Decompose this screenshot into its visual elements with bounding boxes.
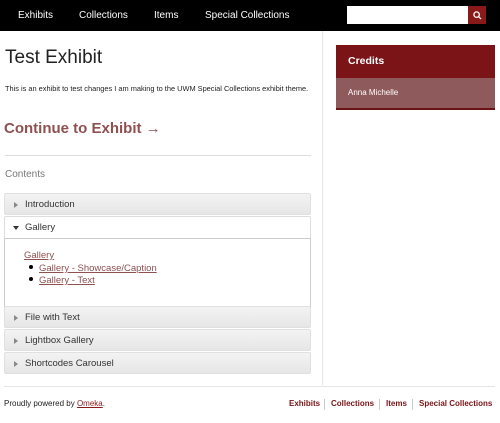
search-icon: [472, 10, 482, 20]
footer-link-items[interactable]: Items: [386, 399, 407, 408]
page-title: Test Exhibit: [5, 47, 103, 68]
accordion-item-file-with-text: File with Text: [4, 306, 311, 328]
caret-right-icon: [13, 201, 19, 209]
credits-panel: Credits Anna Michelle: [336, 45, 495, 110]
caret-right-icon: [13, 314, 19, 322]
divider: [5, 155, 311, 156]
accordion-panel-gallery: Gallery Gallery - Showcase/Caption Galle…: [4, 238, 311, 308]
accordion-header-gallery[interactable]: Gallery: [4, 216, 311, 238]
credits-heading: Credits: [336, 45, 495, 78]
gallery-text-link[interactable]: Gallery - Text: [39, 275, 95, 286]
accordion-item-lightbox-gallery: Lightbox Gallery: [4, 329, 311, 351]
powered-by-suffix: .: [102, 399, 105, 408]
accordion-label: Shortcodes Carousel: [25, 358, 114, 369]
accordion-header-file-with-text[interactable]: File with Text: [4, 306, 311, 328]
list-item: Gallery - Text: [29, 275, 95, 286]
nav-link-special-collections[interactable]: Special Collections: [205, 0, 290, 31]
nav-link-items[interactable]: Items: [154, 0, 178, 31]
accordion-label: File with Text: [25, 312, 80, 323]
accordion-header-shortcodes-carousel[interactable]: Shortcodes Carousel: [4, 352, 311, 374]
exhibit-description: This is an exhibit to test changes I am …: [5, 84, 309, 93]
footer-link-collections[interactable]: Collections: [331, 399, 374, 408]
nav-link-collections[interactable]: Collections: [79, 0, 128, 31]
continue-to-exhibit-link[interactable]: Continue to Exhibit →: [4, 120, 161, 137]
gallery-showcase-caption-link[interactable]: Gallery - Showcase/Caption: [39, 263, 157, 274]
accordion-label: Introduction: [25, 199, 75, 210]
accordion-item-introduction: Introduction: [4, 193, 311, 215]
footer-separator: [324, 399, 325, 410]
accordion-label: Lightbox Gallery: [25, 335, 94, 346]
gallery-link[interactable]: Gallery: [24, 250, 54, 261]
footer-separator: [412, 399, 413, 410]
accordion-header-lightbox-gallery[interactable]: Lightbox Gallery: [4, 329, 311, 351]
accordion-item-gallery: Gallery Gallery Gallery - Showcase/Capti…: [4, 216, 311, 308]
footer-divider: [4, 386, 495, 387]
bullet: [29, 265, 33, 270]
footer-link-special-collections[interactable]: Special Collections: [419, 399, 492, 408]
caret-down-icon: [13, 224, 19, 232]
accordion-item-shortcodes-carousel: Shortcodes Carousel: [4, 352, 311, 374]
accordion-header-introduction[interactable]: Introduction: [4, 193, 311, 215]
nav-link-exhibits[interactable]: Exhibits: [18, 0, 53, 31]
footer-separator: [379, 399, 380, 410]
main-content: Test Exhibit This is an exhibit to test …: [0, 31, 323, 385]
bullet: [29, 277, 33, 282]
powered-by-prefix: Proudly powered by: [4, 399, 77, 408]
search-button[interactable]: [468, 6, 486, 24]
list-item: Gallery - Showcase/Caption: [29, 263, 157, 274]
credits-name: Anna Michelle: [336, 78, 495, 110]
powered-by-text: Proudly powered by Omeka.: [4, 399, 105, 408]
contents-heading: Contents: [5, 169, 46, 180]
caret-right-icon: [13, 360, 19, 368]
search-input[interactable]: [347, 6, 468, 24]
omeka-link[interactable]: Omeka: [77, 399, 103, 408]
accordion-label: Gallery: [25, 222, 56, 233]
footer-link-exhibits[interactable]: Exhibits: [289, 399, 320, 408]
top-nav: Exhibits Collections Items Special Colle…: [0, 0, 500, 31]
caret-right-icon: [13, 337, 19, 345]
